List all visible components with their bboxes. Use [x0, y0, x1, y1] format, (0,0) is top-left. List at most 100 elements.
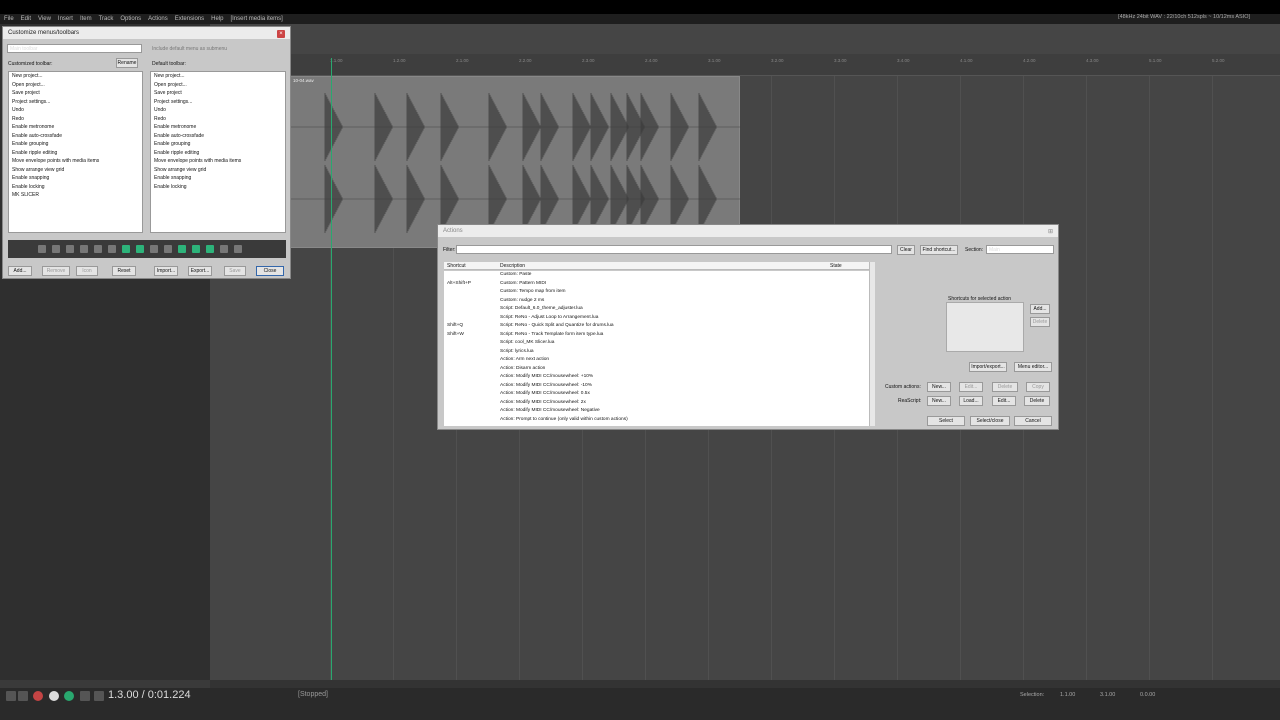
section-select[interactable]: Main	[986, 245, 1054, 254]
default-list[interactable]: New project... Open project... Save projec…	[150, 71, 286, 233]
table-row[interactable]: Alt+Shift+P Custom: Pattern MIDI	[444, 280, 870, 289]
list-item[interactable]: New project...	[9, 72, 142, 81]
include-default-checkbox[interactable]: Include default menu as submenu	[152, 46, 227, 52]
list-item[interactable]: Move envelope points with media items	[9, 157, 142, 166]
customized-list[interactable]: New project... Open project... Save projec…	[8, 71, 143, 233]
record-icon[interactable]	[33, 691, 43, 701]
list-item[interactable]: Enable metronome	[9, 123, 142, 132]
remove-button[interactable]: Remove	[42, 266, 70, 276]
go-start-icon[interactable]	[6, 691, 16, 701]
table-row[interactable]: Shift+W Script: ReNo - Track Template for…	[444, 331, 870, 340]
table-row[interactable]: Action: Prompt to continue (only valid w…	[444, 416, 870, 425]
menu-item[interactable]: Item	[80, 16, 92, 22]
list-item[interactable]: Open project...	[151, 81, 285, 90]
list-item[interactable]: Enable grouping	[9, 140, 142, 149]
menu-item[interactable]: Help	[211, 16, 223, 22]
list-item[interactable]: Enable snapping	[9, 174, 142, 183]
list-item[interactable]: Enable ripple editing	[9, 149, 142, 158]
timeline-ruler[interactable]: 1.1.00 1.2.00 2.1.00 2.2.00 2.3.00 2.4.00 3.1.…	[290, 54, 1280, 76]
menu-item[interactable]: [Insert media items]	[230, 16, 282, 22]
icon-button[interactable]: Icon	[76, 266, 98, 276]
table-row[interactable]: Action: Modify MIDI CC/mousewheel: +10%	[444, 373, 870, 382]
list-item[interactable]: Show arrange view grid	[151, 166, 285, 175]
list-item[interactable]: Open project...	[9, 81, 142, 90]
cancel-button[interactable]: Cancel	[1014, 416, 1052, 426]
list-item[interactable]: Enable grouping	[151, 140, 285, 149]
menu-editor-button[interactable]: Menu editor...	[1014, 362, 1052, 372]
list-item[interactable]: Enable snapping	[151, 174, 285, 183]
list-item[interactable]: Undo	[9, 106, 142, 115]
import-export-button[interactable]: Import/export...	[969, 362, 1007, 372]
list-item[interactable]: Save project	[9, 89, 142, 98]
state-column[interactable]: State	[830, 263, 842, 269]
selection-start[interactable]: 1.1.00	[1060, 692, 1075, 698]
pause-icon[interactable]	[94, 691, 104, 701]
pin-icon[interactable]: ⊞	[1048, 228, 1053, 235]
list-item[interactable]: Project settings...	[9, 98, 142, 107]
menu-item[interactable]: Track	[99, 16, 114, 22]
list-item[interactable]: Enable locking	[9, 183, 142, 192]
table-row[interactable]: Custom: Paste	[444, 271, 870, 280]
custom-new-button[interactable]: New...	[927, 382, 951, 392]
table-row[interactable]: Action: Disarm action	[444, 365, 870, 374]
play-icon[interactable]	[49, 691, 59, 701]
reascript-delete-button[interactable]: Delete	[1024, 396, 1050, 406]
actions-list[interactable]: Custom: Paste Alt+Shift+P Custom: Pattern …	[444, 271, 870, 426]
horizontal-scrollbar[interactable]	[210, 680, 1280, 688]
table-row[interactable]: Custom: Tempo map from item	[444, 288, 870, 297]
reset-button[interactable]: Reset	[112, 266, 136, 276]
selection-length[interactable]: 0.0.00	[1140, 692, 1155, 698]
menu-item[interactable]: File	[4, 16, 14, 22]
table-row[interactable]: Action: Arm next action	[444, 356, 870, 365]
list-item[interactable]: Enable auto-crossfade	[9, 132, 142, 141]
add-button[interactable]: Add...	[8, 266, 32, 276]
export-button[interactable]: Export...	[188, 266, 212, 276]
close-icon[interactable]: ×	[277, 30, 285, 38]
close-button[interactable]: Close	[256, 266, 284, 276]
menu-item[interactable]: Actions	[148, 16, 168, 22]
table-row[interactable]: Script: lyrics.lua	[444, 348, 870, 357]
repeat-icon[interactable]	[64, 691, 74, 701]
list-item[interactable]: Undo	[151, 106, 285, 115]
list-item[interactable]: Enable auto-crossfade	[151, 132, 285, 141]
table-row[interactable]: Action: Modify MIDI CC/mousewheel: 0.5x	[444, 390, 870, 399]
list-item[interactable]: Redo	[151, 115, 285, 124]
save-button[interactable]: Save	[224, 266, 246, 276]
table-row[interactable]: Script: cool_MK Slicer.lua	[444, 339, 870, 348]
menu-item[interactable]: Options	[120, 16, 141, 22]
list-item[interactable]: Redo	[9, 115, 142, 124]
list-item[interactable]: Move envelope points with media items	[151, 157, 285, 166]
list-item[interactable]: Show arrange view grid	[9, 166, 142, 175]
reascript-edit-button[interactable]: Edit...	[992, 396, 1016, 406]
list-item[interactable]: Save project	[151, 89, 285, 98]
go-end-icon[interactable]	[18, 691, 28, 701]
table-row[interactable]: Shift+Q Script: ReNo - Quick Split and Qu…	[444, 322, 870, 331]
table-row[interactable]: Action: Modify MIDI CC/mousewheel: -10%	[444, 382, 870, 391]
menu-item[interactable]: Insert	[58, 16, 73, 22]
list-item[interactable]: Enable locking	[151, 183, 285, 192]
list-item[interactable]: Project settings...	[151, 98, 285, 107]
reascript-load-button[interactable]: Load...	[959, 396, 983, 406]
actions-scrollbar[interactable]	[869, 262, 875, 426]
add-shortcut-button[interactable]: Add...	[1030, 304, 1050, 314]
list-item[interactable]: New project...	[151, 72, 285, 81]
import-button[interactable]: Import...	[154, 266, 178, 276]
shortcut-column[interactable]: Shortcut	[447, 263, 466, 269]
menu-item[interactable]: Edit	[21, 16, 31, 22]
media-item[interactable]: 10-04.wav	[290, 76, 741, 248]
delete-shortcut-button[interactable]: Delete	[1030, 317, 1050, 327]
list-item[interactable]: Enable ripple editing	[151, 149, 285, 158]
list-item[interactable]: MK SLICER	[9, 191, 142, 200]
list-item[interactable]: Enable metronome	[151, 123, 285, 132]
stop-icon[interactable]	[80, 691, 90, 701]
filter-input[interactable]	[456, 245, 892, 254]
select-close-button[interactable]: Select/close	[970, 416, 1010, 426]
shortcuts-list[interactable]	[946, 302, 1024, 352]
table-row[interactable]: Action: Modify MIDI CC/mousewheel: Negat…	[444, 407, 870, 416]
toolbar-select[interactable]: Main toolbar	[7, 44, 142, 53]
find-shortcut-button[interactable]: Find shortcut...	[920, 245, 958, 255]
custom-delete-button[interactable]: Delete	[992, 382, 1018, 392]
custom-edit-button[interactable]: Edit...	[959, 382, 983, 392]
clear-button[interactable]: Clear	[897, 245, 915, 255]
reascript-new-button[interactable]: New...	[927, 396, 951, 406]
